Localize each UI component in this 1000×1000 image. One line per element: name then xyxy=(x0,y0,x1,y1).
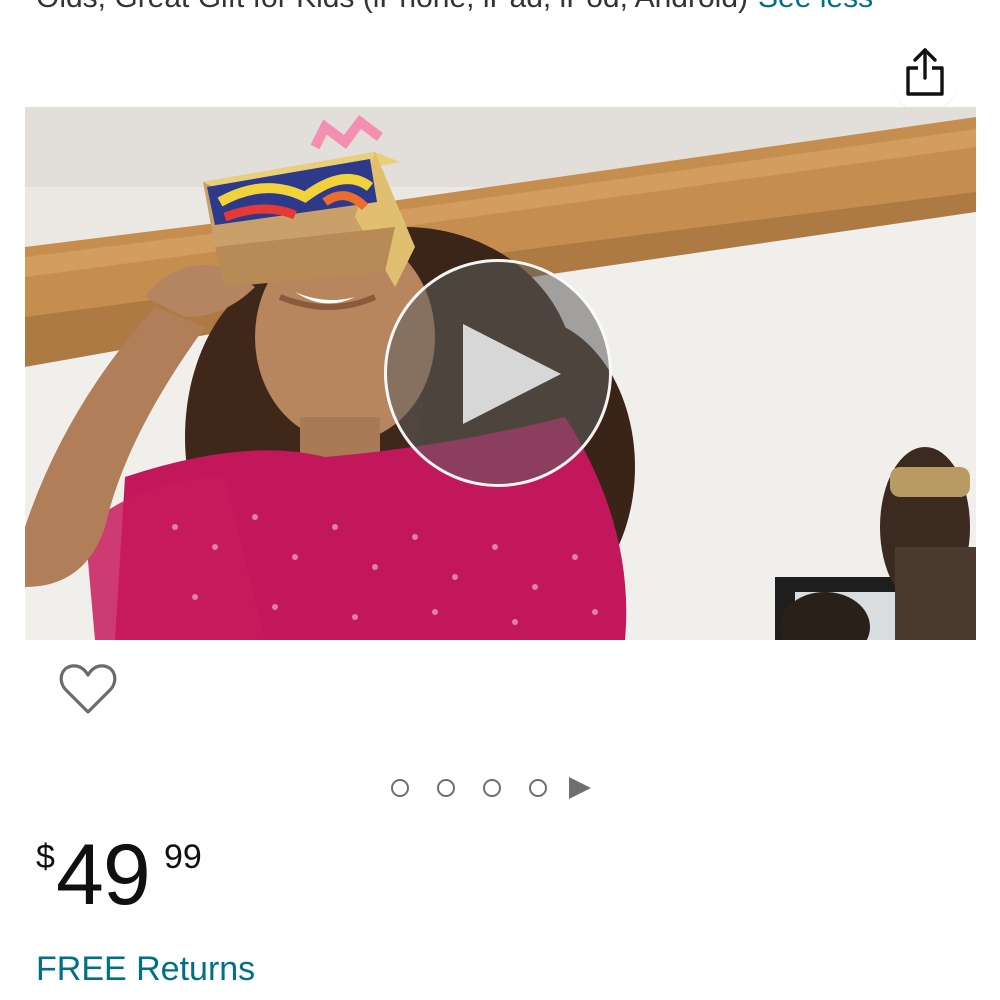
media-carousel-indicators xyxy=(391,775,591,801)
add-to-wishlist-button[interactable] xyxy=(58,660,118,720)
price-whole: 49 xyxy=(56,827,151,923)
play-triangle-icon[interactable] xyxy=(569,777,591,799)
heart-outline-icon xyxy=(59,664,117,714)
product-video[interactable] xyxy=(25,107,976,640)
share-icon xyxy=(906,48,944,96)
carousel-dot[interactable] xyxy=(391,779,409,797)
product-title: Olds, Great Gift for Kids (iPhone, iPad,… xyxy=(36,0,873,18)
free-returns-link[interactable]: FREE Returns xyxy=(36,950,255,989)
see-less-link[interactable]: See less xyxy=(758,0,873,14)
carousel-dot[interactable] xyxy=(483,779,501,797)
carousel-dot[interactable] xyxy=(529,779,547,797)
share-button[interactable] xyxy=(892,38,958,112)
product-detail-page: Olds, Great Gift for Kids (iPhone, iPad,… xyxy=(0,0,1000,1000)
price-currency-symbol: $ xyxy=(36,838,55,876)
product-title-text: Olds, Great Gift for Kids (iPhone, iPad,… xyxy=(36,0,748,14)
carousel-dot[interactable] xyxy=(437,779,455,797)
play-icon xyxy=(463,324,561,424)
price-fraction: 99 xyxy=(164,838,202,876)
play-video-button[interactable] xyxy=(384,259,612,487)
